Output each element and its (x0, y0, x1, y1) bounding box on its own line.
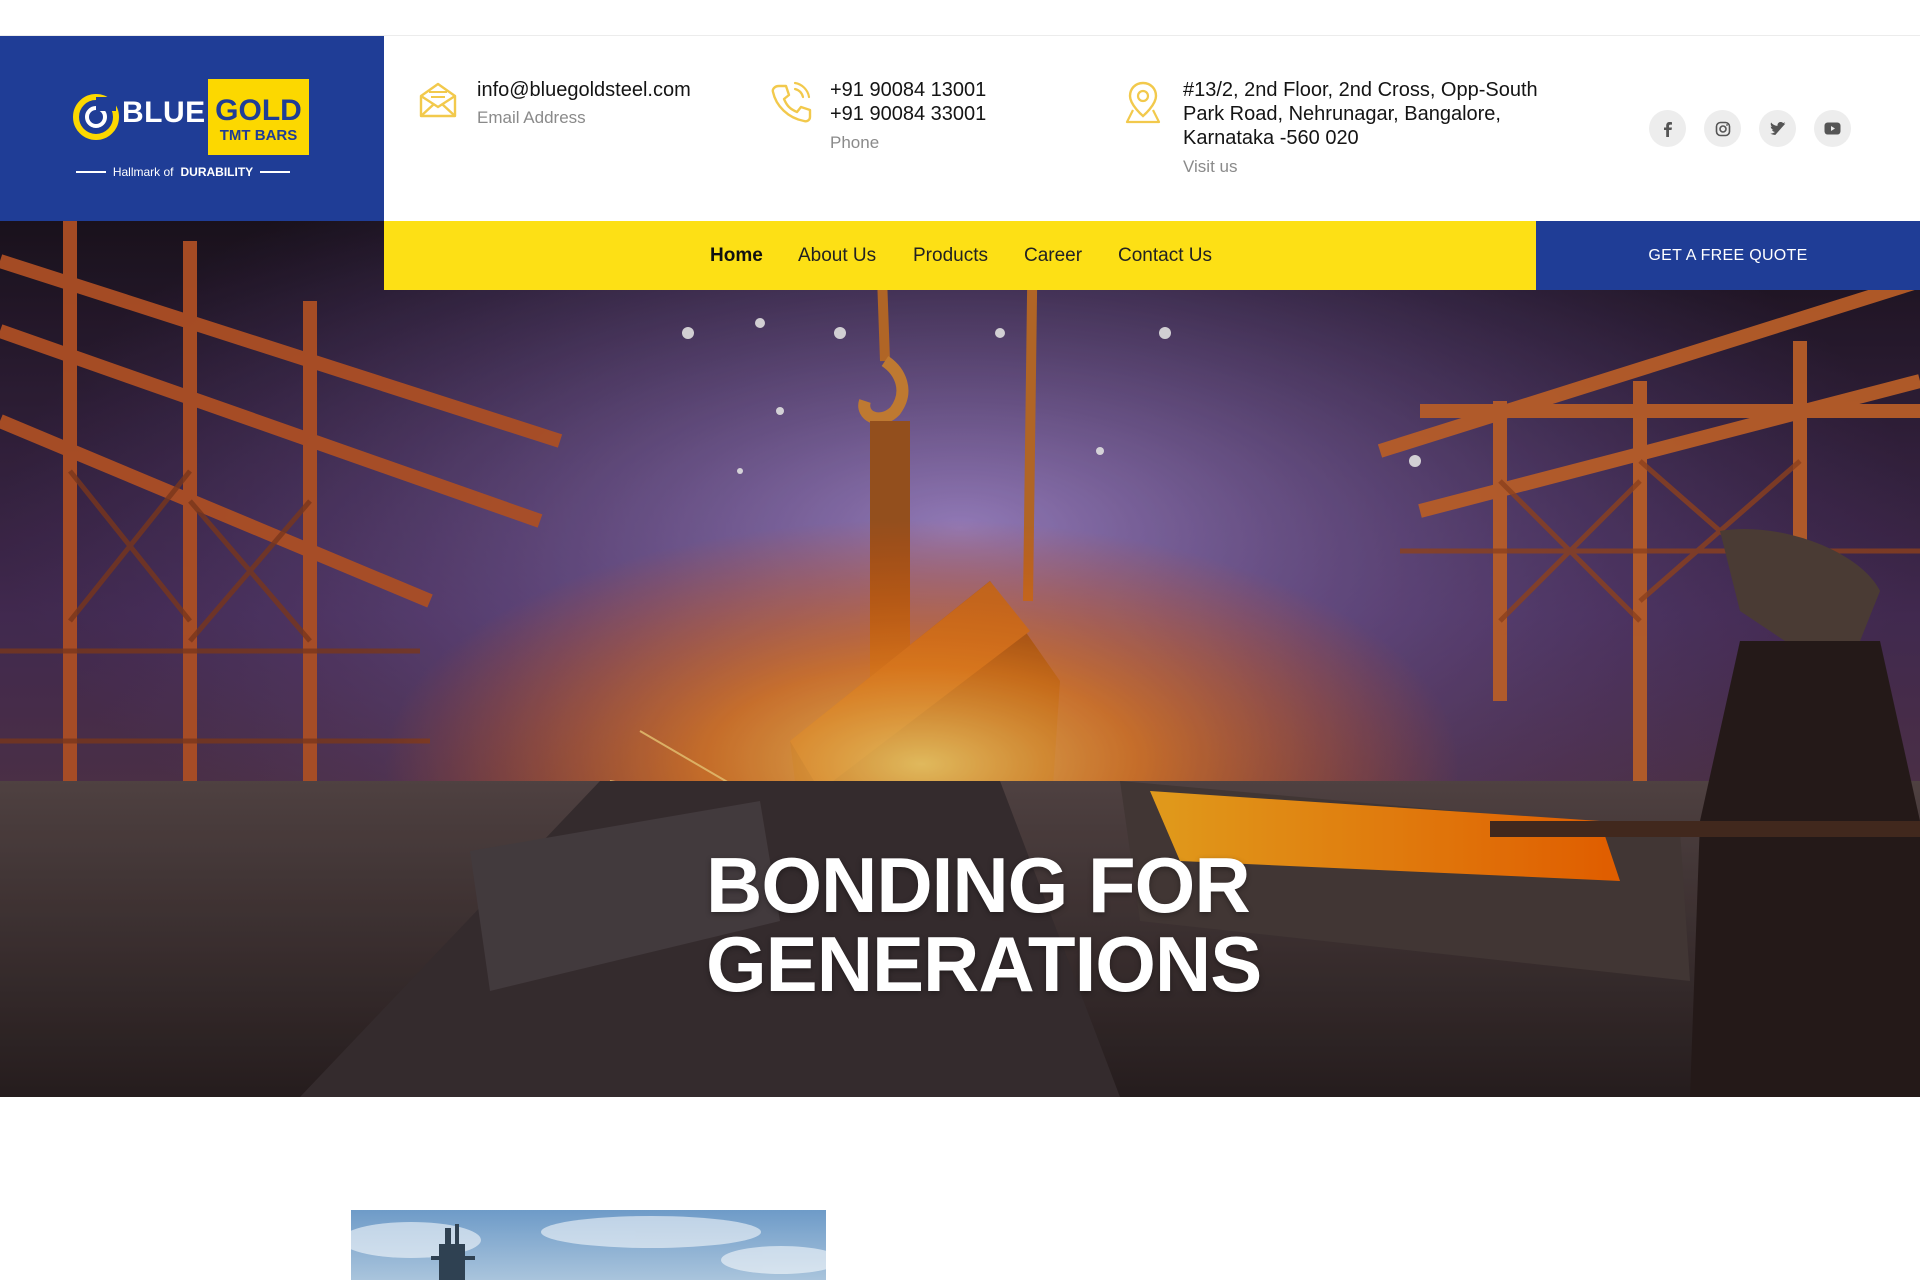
logo-word-gold: GOLD (215, 94, 302, 127)
about-section-image (351, 1210, 826, 1280)
get-free-quote-button[interactable]: GET A FREE QUOTE (1536, 221, 1920, 290)
phone-label: Phone (830, 133, 880, 152)
logo-word-blue: BLUE (122, 96, 206, 129)
youtube-icon[interactable] (1814, 110, 1851, 147)
nav-career[interactable]: Career (1024, 245, 1082, 267)
phone-link-1[interactable]: +91 90084 13001 (830, 78, 986, 102)
address-line-2: Park Road, Nehrunagar, Bangalore, (1183, 103, 1501, 125)
phone-icon (771, 81, 812, 123)
nav-about-us[interactable]: About Us (798, 245, 876, 267)
hero-banner: BONDING FOR GENERATIONS (0, 221, 1920, 1097)
twitter-icon[interactable] (1759, 110, 1796, 147)
hero-title-line-1: BONDING FOR (706, 841, 1251, 929)
main-nav: Home About Us Products Career Contact Us (384, 221, 1536, 290)
nav-contact-us[interactable]: Contact Us (1118, 245, 1212, 267)
facebook-icon[interactable] (1649, 110, 1686, 147)
hero-title: BONDING FOR GENERATIONS (706, 846, 1406, 1004)
address-line-1: #13/2, 2nd Floor, 2nd Cross, Opp-South (1183, 79, 1538, 101)
tagline-dash-left (76, 171, 106, 173)
nav-home[interactable]: Home (710, 245, 763, 267)
tagline-dash-right (260, 171, 291, 173)
address-line-3: Karnataka -560 020 (1183, 127, 1359, 149)
envelope-icon (419, 82, 457, 118)
logo-tagline: Hallmark of DURABILITY (76, 165, 291, 179)
logo-gold-badge: GOLD TMT BARS (208, 79, 309, 155)
phone-link-2[interactable]: +91 90084 33001 (830, 102, 986, 126)
nav-products[interactable]: Products (913, 245, 988, 267)
instagram-icon[interactable] (1704, 110, 1741, 147)
tagline-strong: DURABILITY (180, 165, 254, 179)
top-strip (0, 0, 1920, 36)
hero-title-line-2: GENERATIONS (706, 920, 1262, 1008)
email-label: Email Address (477, 108, 586, 127)
address-label: Visit us (1183, 157, 1238, 176)
tagline-prefix: Hallmark of (112, 165, 174, 179)
email-link[interactable]: info@bluegoldsteel.com (477, 78, 691, 102)
map-pin-icon (1125, 81, 1161, 124)
logo-mark-icon (73, 94, 119, 140)
logo-sub: TMT BARS (219, 127, 298, 144)
